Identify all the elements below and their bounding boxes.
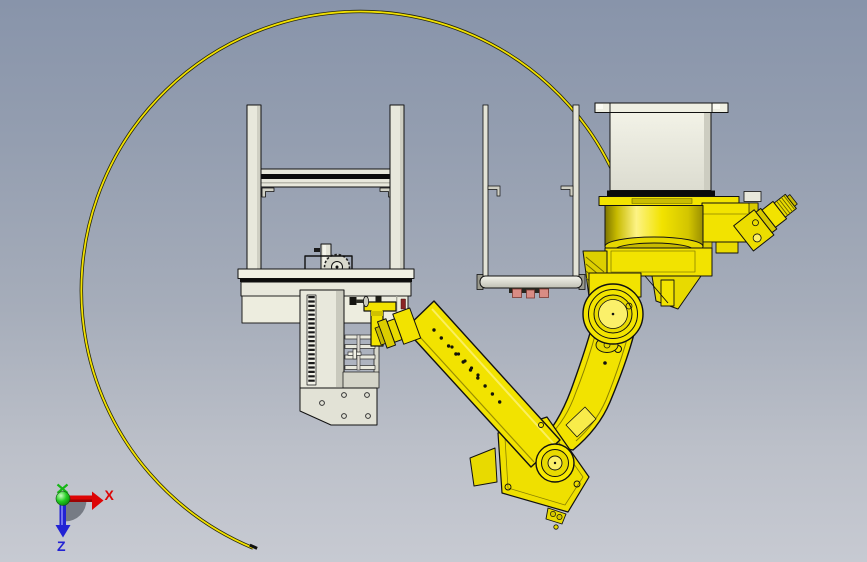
part-stand-frame[interactable] xyxy=(476,104,586,299)
gripper-pad xyxy=(512,288,522,298)
base-beam-slot xyxy=(240,278,412,282)
stand-bottom-bar xyxy=(479,275,583,289)
cad-viewport[interactable]: X Z xyxy=(0,0,867,562)
robot-shoulder-joint[interactable] xyxy=(582,283,644,345)
gantry-beam-slot xyxy=(257,174,397,179)
bracket-bolt-1 xyxy=(550,511,556,517)
base-sub-box-2 xyxy=(715,241,739,254)
stand-bracket-right xyxy=(560,185,574,197)
gantry-beam-rail xyxy=(257,182,397,184)
bolt-head xyxy=(349,297,357,305)
l-bracket-shade xyxy=(371,311,383,316)
pinion-center xyxy=(335,265,339,269)
robot-pedestal[interactable] xyxy=(594,102,762,202)
forearm-body xyxy=(404,300,561,468)
pedestal-top-plate xyxy=(594,102,729,113)
pedestal-body xyxy=(609,112,712,191)
beam-bracket-left xyxy=(261,187,275,198)
pedestal-clamp xyxy=(743,191,762,202)
stand-post-left xyxy=(482,104,489,278)
bolt-washer xyxy=(362,295,369,308)
actuator-nub xyxy=(314,248,320,252)
robot-forearm[interactable] xyxy=(404,300,561,468)
stand-bracket-left xyxy=(487,185,501,197)
axis-triad: X Z xyxy=(55,483,115,554)
pedestal-tab-right xyxy=(713,104,720,109)
z-axis-label: Z xyxy=(57,538,66,554)
arc-end-tick xyxy=(249,543,258,550)
rail-t-stem xyxy=(352,348,357,360)
z-axis-arrowhead xyxy=(55,525,71,538)
pedestal-tab-left xyxy=(596,104,603,109)
link-plate xyxy=(342,371,380,389)
elbow-wedge xyxy=(469,447,498,487)
stand-post-right xyxy=(572,104,580,278)
bracket-top-bolt xyxy=(375,295,382,302)
cad-canvas: X Z xyxy=(55,9,798,554)
elbow-center xyxy=(553,461,557,465)
gripper-pad xyxy=(526,289,535,299)
bracket-bolt-2 xyxy=(556,514,563,520)
gripper-pads xyxy=(512,288,549,299)
x-axis-label: X xyxy=(105,487,115,503)
post-right-shade xyxy=(400,106,404,271)
x-axis-arrowhead xyxy=(92,491,104,510)
origin-sphere xyxy=(55,491,71,506)
base-plate-slot xyxy=(631,198,693,204)
post-left-shade xyxy=(257,106,261,271)
shoulder-center xyxy=(611,312,615,316)
slide-column-shade xyxy=(336,291,344,387)
pedestal-side-face xyxy=(704,113,711,190)
upper-arm-dot xyxy=(603,361,607,365)
base-beam-top-plate xyxy=(237,268,415,279)
gantry-frame[interactable] xyxy=(237,104,415,426)
red-mark xyxy=(400,298,406,310)
gripper-pad xyxy=(539,288,549,298)
bracket-pin xyxy=(553,524,559,530)
